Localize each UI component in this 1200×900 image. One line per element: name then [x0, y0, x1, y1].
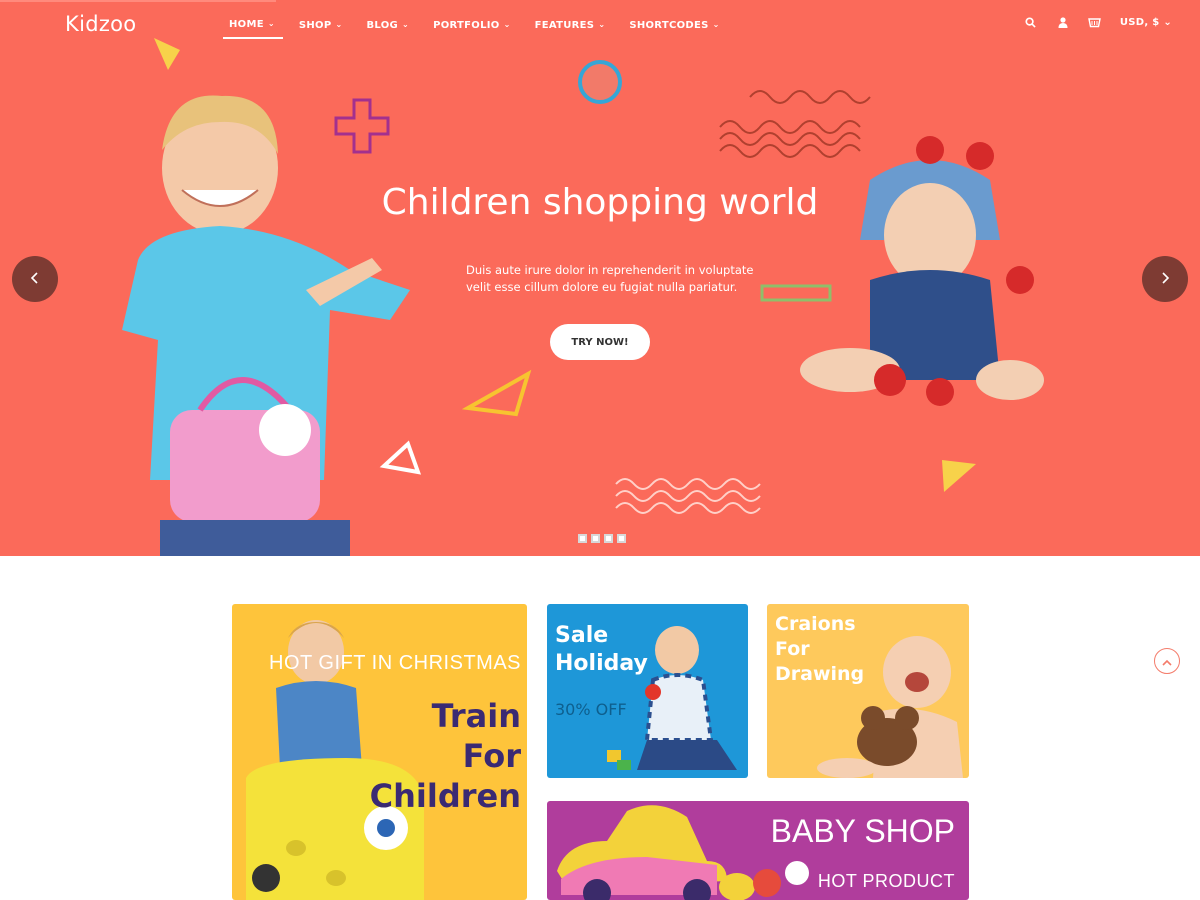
- slider-next-button[interactable]: [1142, 256, 1188, 302]
- baby-with-flowers-image: [800, 136, 1044, 406]
- slider-dot-3[interactable]: [604, 534, 613, 543]
- chevron-down-icon: ⌄: [1163, 16, 1172, 28]
- yellow-triangle-icon: [942, 460, 976, 492]
- chevron-right-icon: [1160, 270, 1170, 289]
- hero-description: Duis aute irure dolor in reprehenderit i…: [466, 263, 754, 294]
- nav-item-features[interactable]: FEATURES ⌄: [529, 14, 614, 39]
- chevron-down-icon: ⌄: [402, 20, 410, 29]
- banner-train-subtitle: HOT GIFT IN CHRISTMAS: [269, 652, 521, 674]
- chevron-down-icon: ⌄: [598, 20, 606, 29]
- page: Kidzoo HOME ⌄ SHOP ⌄ BLOG ⌄ PORTFOLIO ⌄ FEAT…: [0, 0, 1200, 900]
- slider-dot-1[interactable]: [578, 534, 587, 543]
- chevron-down-icon: ⌄: [503, 20, 511, 29]
- banner-train-title: Train For Children: [369, 697, 521, 815]
- banner-crayons-for-drawing[interactable]: Craions For Drawing: [767, 604, 969, 778]
- back-to-top-button[interactable]: [1154, 648, 1180, 674]
- wavy-lines-icon: [615, 478, 761, 514]
- slider-dot-4[interactable]: [617, 534, 626, 543]
- chevron-left-icon: [30, 270, 40, 289]
- chevron-up-icon: [1162, 652, 1172, 671]
- cart-icon[interactable]: [1088, 15, 1102, 29]
- circle-outline-icon: [578, 60, 622, 104]
- chevron-down-icon: ⌄: [267, 19, 275, 28]
- chevron-down-icon: ⌄: [712, 20, 720, 29]
- banner-sale-discount: 30% OFF: [555, 700, 627, 719]
- banner-baby-shop-subtitle: HOT PRODUCT: [817, 871, 955, 891]
- banner-train-for-children[interactable]: HOT GIFT IN CHRISTMAS Train For Children: [232, 604, 527, 900]
- banner-sale-title: Sale Holiday: [555, 623, 648, 676]
- slider-dot-2[interactable]: [591, 534, 600, 543]
- hero-title: Children shopping world: [381, 182, 819, 223]
- triangle-outline-icon: [462, 369, 532, 417]
- girl-with-bag-image: [122, 95, 410, 556]
- hero-slider: Kidzoo HOME ⌄ SHOP ⌄ BLOG ⌄ PORTFOLIO ⌄ FEAT…: [0, 0, 1200, 556]
- banner-baby-shop-title: BABY SHOP: [770, 813, 955, 849]
- slider-pagination: [578, 534, 626, 543]
- top-loading-bar: [0, 0, 276, 2]
- nav-item-blog[interactable]: BLOG ⌄: [361, 14, 418, 39]
- main-nav: HOME ⌄ SHOP ⌄ BLOG ⌄ PORTFOLIO ⌄ FEATURES ⌄ S…: [223, 14, 738, 39]
- yellow-triangle-icon: [154, 38, 180, 70]
- site-logo[interactable]: Kidzoo: [65, 12, 136, 36]
- user-icon[interactable]: [1056, 15, 1070, 29]
- nav-item-shortcodes[interactable]: SHORTCODES ⌄: [623, 14, 727, 39]
- currency-switcher[interactable]: USD, $ ⌄: [1120, 17, 1172, 28]
- header-actions: USD, $ ⌄: [1024, 15, 1172, 29]
- nav-item-shop[interactable]: SHOP ⌄: [293, 14, 351, 39]
- banner-sale-holiday[interactable]: Sale Holiday 30% OFF: [547, 604, 748, 778]
- chevron-down-icon: ⌄: [335, 20, 343, 29]
- banner-baby-shop[interactable]: BABY SHOP HOT PRODUCT: [547, 801, 969, 900]
- slider-prev-button[interactable]: [12, 256, 58, 302]
- nav-item-portfolio[interactable]: PORTFOLIO ⌄: [427, 14, 519, 39]
- try-now-button[interactable]: TRY NOW!: [550, 324, 650, 360]
- banner-crayons-title: Craions For Drawing: [775, 613, 865, 685]
- nav-item-home[interactable]: HOME ⌄: [223, 14, 283, 39]
- search-icon[interactable]: [1024, 15, 1038, 29]
